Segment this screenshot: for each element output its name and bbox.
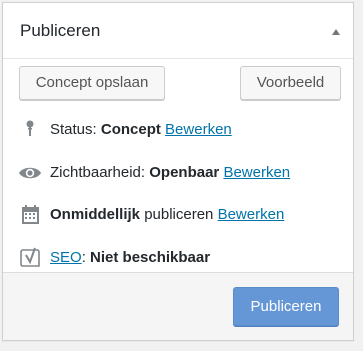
- triangle-up-icon: [332, 29, 340, 35]
- preview-button[interactable]: Voorbeeld: [240, 66, 341, 100]
- schedule-value: Onmiddellijk: [50, 206, 141, 223]
- seo-link[interactable]: SEO: [50, 249, 82, 266]
- schedule-label: publiceren: [144, 206, 214, 223]
- visibility-label: Zichtbaarheid:: [50, 164, 146, 181]
- edit-schedule-link[interactable]: Bewerken: [218, 206, 285, 223]
- calendar-icon: [17, 204, 43, 226]
- edit-visibility-link[interactable]: Bewerken: [223, 164, 290, 181]
- edit-status-link[interactable]: Bewerken: [165, 121, 232, 138]
- seo-separator: :: [81, 249, 86, 266]
- panel-title: Publiceren: [20, 21, 101, 40]
- panel-header: Publiceren: [3, 3, 353, 59]
- save-draft-button[interactable]: Concept opslaan: [19, 66, 165, 100]
- publish-actions-footer: Publiceren: [3, 272, 353, 340]
- eye-icon: [17, 162, 43, 184]
- seo-value: Niet beschikbaar: [90, 249, 211, 266]
- publish-panel: Publiceren Concept opslaan Voorbeeld Sta…: [2, 2, 354, 341]
- collapse-toggle-button[interactable]: [329, 25, 343, 39]
- status-label: Status:: [50, 121, 97, 138]
- pin-icon: [17, 119, 43, 141]
- visibility-value: Openbaar: [149, 164, 220, 181]
- status-value: Concept: [100, 121, 161, 138]
- publish-button[interactable]: Publiceren: [233, 287, 339, 326]
- yoast-icon: [17, 247, 43, 269]
